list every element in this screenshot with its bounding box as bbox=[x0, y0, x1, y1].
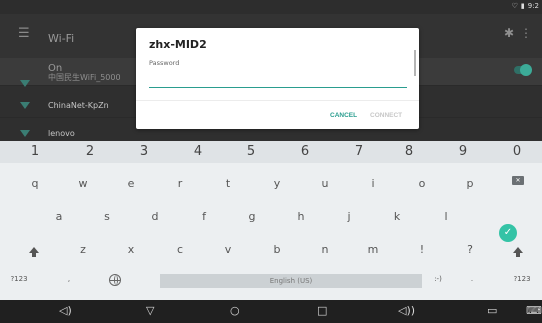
key-j[interactable]: j bbox=[335, 210, 363, 223]
key-1[interactable]: 1 bbox=[15, 144, 55, 159]
key-9[interactable]: 9 bbox=[443, 144, 483, 159]
key-l[interactable]: l bbox=[432, 210, 460, 223]
shift-right-icon[interactable] bbox=[513, 247, 523, 257]
symbols-key-left[interactable]: ?123 bbox=[5, 275, 33, 283]
key-v[interactable]: v bbox=[214, 243, 242, 256]
emoji-key[interactable]: :-) bbox=[424, 275, 452, 283]
wifi-signal-icon bbox=[20, 80, 30, 87]
key-exclamation[interactable]: ! bbox=[408, 243, 436, 256]
dialog-scrollbar[interactable] bbox=[414, 50, 416, 76]
key-6[interactable]: 6 bbox=[285, 144, 325, 159]
status-time: 9:2 bbox=[527, 2, 539, 10]
screenshot-icon[interactable]: ▭ bbox=[487, 304, 497, 318]
backspace-icon[interactable]: ✕ bbox=[512, 176, 524, 185]
key-e[interactable]: e bbox=[117, 177, 145, 190]
key-comma[interactable]: , bbox=[55, 275, 83, 283]
key-u[interactable]: u bbox=[311, 177, 339, 190]
symbols-key-right[interactable]: ?123 bbox=[508, 275, 536, 283]
key-h[interactable]: h bbox=[287, 210, 315, 223]
key-period[interactable]: . bbox=[458, 275, 486, 283]
key-t[interactable]: t bbox=[214, 177, 242, 190]
navigation-bar: ◁) ▽ ○ □ ◁)) ▭ ⌨ bbox=[0, 300, 542, 323]
key-0[interactable]: 0 bbox=[497, 144, 537, 159]
dialog-divider bbox=[136, 100, 419, 101]
keyboard-icon[interactable]: ⌨ bbox=[526, 304, 542, 318]
shift-left-icon[interactable] bbox=[29, 247, 39, 257]
key-q[interactable]: q bbox=[21, 177, 49, 190]
key-w[interactable]: w bbox=[69, 177, 97, 190]
key-n[interactable]: n bbox=[311, 243, 339, 256]
key-5[interactable]: 5 bbox=[231, 144, 271, 159]
wifi-toggle-switch[interactable] bbox=[514, 64, 532, 76]
key-7[interactable]: 7 bbox=[339, 144, 379, 159]
status-bar: ♡ ▮ 9:2 bbox=[0, 0, 542, 14]
space-bar[interactable]: English (US) bbox=[160, 274, 422, 288]
key-x[interactable]: x bbox=[117, 243, 145, 256]
key-4[interactable]: 4 bbox=[178, 144, 218, 159]
key-a[interactable]: a bbox=[45, 210, 73, 223]
key-d[interactable]: d bbox=[141, 210, 169, 223]
key-b[interactable]: b bbox=[263, 243, 291, 256]
key-question[interactable]: ? bbox=[456, 243, 484, 256]
battery-icon: ▮ bbox=[520, 2, 525, 10]
volume-down-icon[interactable]: ◁) bbox=[59, 304, 72, 318]
back-icon[interactable]: ▽ bbox=[146, 304, 154, 318]
key-f[interactable]: f bbox=[190, 210, 218, 223]
cancel-button[interactable]: CANCEL bbox=[330, 112, 357, 119]
key-s[interactable]: s bbox=[93, 210, 121, 223]
dialog-title: zhx-MID2 bbox=[149, 38, 207, 51]
key-3[interactable]: 3 bbox=[124, 144, 164, 159]
key-y[interactable]: y bbox=[263, 177, 291, 190]
network-name: lenovo bbox=[48, 129, 75, 138]
connect-button[interactable]: CONNECT bbox=[370, 112, 402, 119]
key-c[interactable]: c bbox=[166, 243, 194, 256]
home-icon[interactable]: ○ bbox=[230, 304, 240, 318]
password-label: Password bbox=[149, 59, 180, 67]
wifi-password-dialog: zhx-MID2 Password CANCEL CONNECT bbox=[136, 28, 419, 129]
onscreen-keyboard: 1 2 3 4 5 6 7 8 9 0 q w e r t y u i o p … bbox=[0, 141, 542, 300]
globe-icon[interactable] bbox=[109, 274, 121, 286]
key-g[interactable]: g bbox=[238, 210, 266, 223]
done-key-icon[interactable]: ✓ bbox=[499, 224, 517, 242]
key-z[interactable]: z bbox=[69, 243, 97, 256]
key-p[interactable]: p bbox=[456, 177, 484, 190]
wifi-signal-icon: ♡ bbox=[511, 2, 518, 10]
settings-icon[interactable]: ✱ bbox=[504, 26, 514, 40]
volume-up-icon[interactable]: ◁)) bbox=[398, 304, 415, 318]
wifi-signal-icon bbox=[20, 102, 30, 109]
more-options-icon[interactable]: ⋮ bbox=[520, 26, 532, 40]
key-i[interactable]: i bbox=[359, 177, 387, 190]
recent-apps-icon[interactable]: □ bbox=[317, 304, 327, 318]
network-name: 中国民生WiFi_5000 bbox=[48, 73, 121, 82]
key-r[interactable]: r bbox=[166, 177, 194, 190]
key-k[interactable]: k bbox=[383, 210, 411, 223]
password-input[interactable] bbox=[149, 80, 407, 88]
key-o[interactable]: o bbox=[408, 177, 436, 190]
wifi-signal-icon bbox=[20, 130, 30, 137]
menu-icon[interactable]: ☰ bbox=[18, 26, 30, 41]
key-2[interactable]: 2 bbox=[70, 144, 110, 159]
network-name: ChinaNet-KpZn bbox=[48, 101, 109, 110]
page-title: Wi-Fi bbox=[48, 32, 75, 45]
key-8[interactable]: 8 bbox=[389, 144, 429, 159]
key-m[interactable]: m bbox=[359, 243, 387, 256]
